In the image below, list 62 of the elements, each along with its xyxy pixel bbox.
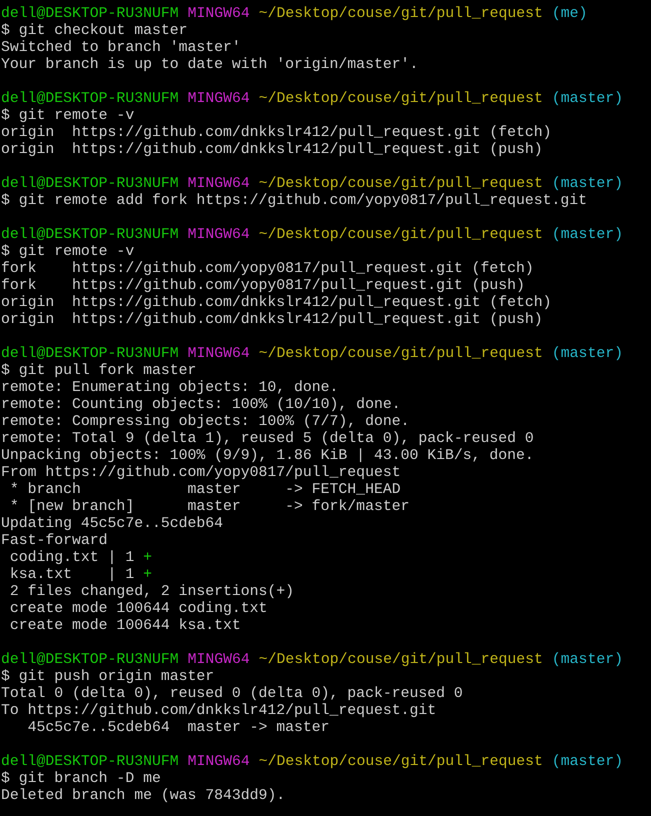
command-line: $ git branch -D me (1, 771, 161, 788)
prompt-path: ~/Desktop/couse/git/pull_request (258, 754, 543, 771)
prompt-system: MINGW64 (188, 652, 250, 669)
prompt-system: MINGW64 (188, 754, 250, 771)
output-line: From https://github.com/yopy0817/pull_request (1, 465, 401, 482)
prompt-system: MINGW64 (188, 91, 250, 108)
output-line: origin https://github.com/dnkkslr412/pull_request.git (push) (1, 142, 543, 159)
prompt-user-host: dell@DESKTOP-RU3NUFM (1, 227, 179, 244)
output-line: origin https://github.com/dnkkslr412/pull_request.git (push) (1, 312, 543, 329)
output-line: coding.txt | 1 + (8, 550, 152, 567)
output-line: * [new branch] master -> fork/master (8, 499, 410, 516)
command-line: $ git pull fork master (1, 363, 196, 380)
prompt-path: ~/Desktop/couse/git/pull_request (258, 346, 543, 363)
output-line: fork https://github.com/yopy0817/pull_request.git (fetch) (1, 261, 534, 278)
output-line: Total 0 (delta 0), reused 0 (delta 0), pack-reused 0 (1, 686, 463, 703)
prompt-path: ~/Desktop/couse/git/pull_request (258, 652, 543, 669)
prompt-user-host: dell@DESKTOP-RU3NUFM (1, 652, 179, 669)
output-line: Switched to branch 'master' (1, 40, 241, 57)
output-line: ksa.txt | 1 + (8, 567, 152, 584)
prompt-user-host: dell@DESKTOP-RU3NUFM (1, 754, 179, 771)
prompt-user-host: dell@DESKTOP-RU3NUFM (1, 346, 179, 363)
prompt-branch: (master) (552, 227, 623, 244)
output-line: * branch master -> FETCH_HEAD (8, 482, 401, 499)
prompt-system: MINGW64 (188, 6, 250, 23)
prompt-system: MINGW64 (188, 176, 250, 193)
prompt-path: ~/Desktop/couse/git/pull_request (258, 91, 543, 108)
prompt-branch: (master) (552, 176, 623, 193)
output-line: Your branch is up to date with 'origin/master'. (1, 57, 418, 74)
prompt-user-host: dell@DESKTOP-RU3NUFM (1, 91, 179, 108)
prompt-system: MINGW64 (188, 346, 250, 363)
prompt-branch: (master) (552, 754, 623, 771)
output-line: Updating 45c5c7e..5cdeb64 (1, 516, 223, 533)
prompt-path: ~/Desktop/couse/git/pull_request (258, 6, 543, 23)
output-line: remote: Counting objects: 100% (10/10), done. (1, 397, 401, 414)
output-line: remote: Compressing objects: 100% (7/7), done. (1, 414, 410, 431)
output-line: 2 files changed, 2 insertions(+) (8, 584, 294, 601)
output-line: To https://github.com/dnkkslr412/pull_request.git (1, 703, 436, 720)
command-line: $ git checkout master (1, 23, 188, 40)
prompt-branch: (me) (552, 6, 588, 23)
prompt-user-host: dell@DESKTOP-RU3NUFM (1, 176, 179, 193)
output-line: Unpacking objects: 100% (9/9), 1.86 KiB | 43.00 KiB/s, done. (1, 448, 534, 465)
prompt-branch: (master) (552, 652, 623, 669)
prompt-branch: (master) (552, 346, 623, 363)
output-line: remote: Total 9 (delta 1), reused 5 (delta 0), pack-reused 0 (1, 431, 534, 448)
output-line: create mode 100644 ksa.txt (8, 618, 241, 635)
command-line: $ git remote add fork https://github.com/yopy0817/pull_request.git (1, 193, 588, 210)
command-line: $ git remote -v (1, 244, 134, 261)
prompt-user-host: dell@DESKTOP-RU3NUFM (1, 6, 179, 23)
command-line: $ git remote -v (1, 108, 134, 125)
prompt-system: MINGW64 (188, 227, 250, 244)
output-line: remote: Enumerating objects: 10, done. (1, 380, 338, 397)
prompt-path: ~/Desktop/couse/git/pull_request (258, 227, 543, 244)
output-line: Fast-forward (1, 533, 108, 550)
prompt-path: ~/Desktop/couse/git/pull_request (258, 176, 543, 193)
output-line: create mode 100644 coding.txt (8, 601, 268, 618)
output-line: fork https://github.com/yopy0817/pull_request.git (push) (1, 278, 525, 295)
output-line: 45c5c7e..5cdeb64 master -> master (26, 720, 330, 737)
prompt-branch: (master) (552, 91, 623, 108)
output-line: Deleted branch me (was 7843dd9). (1, 788, 286, 805)
output-line: origin https://github.com/dnkkslr412/pull_request.git (fetch) (1, 295, 552, 312)
output-line: origin https://github.com/dnkkslr412/pull_request.git (fetch) (1, 125, 552, 142)
command-line: $ git push origin master (1, 669, 214, 686)
